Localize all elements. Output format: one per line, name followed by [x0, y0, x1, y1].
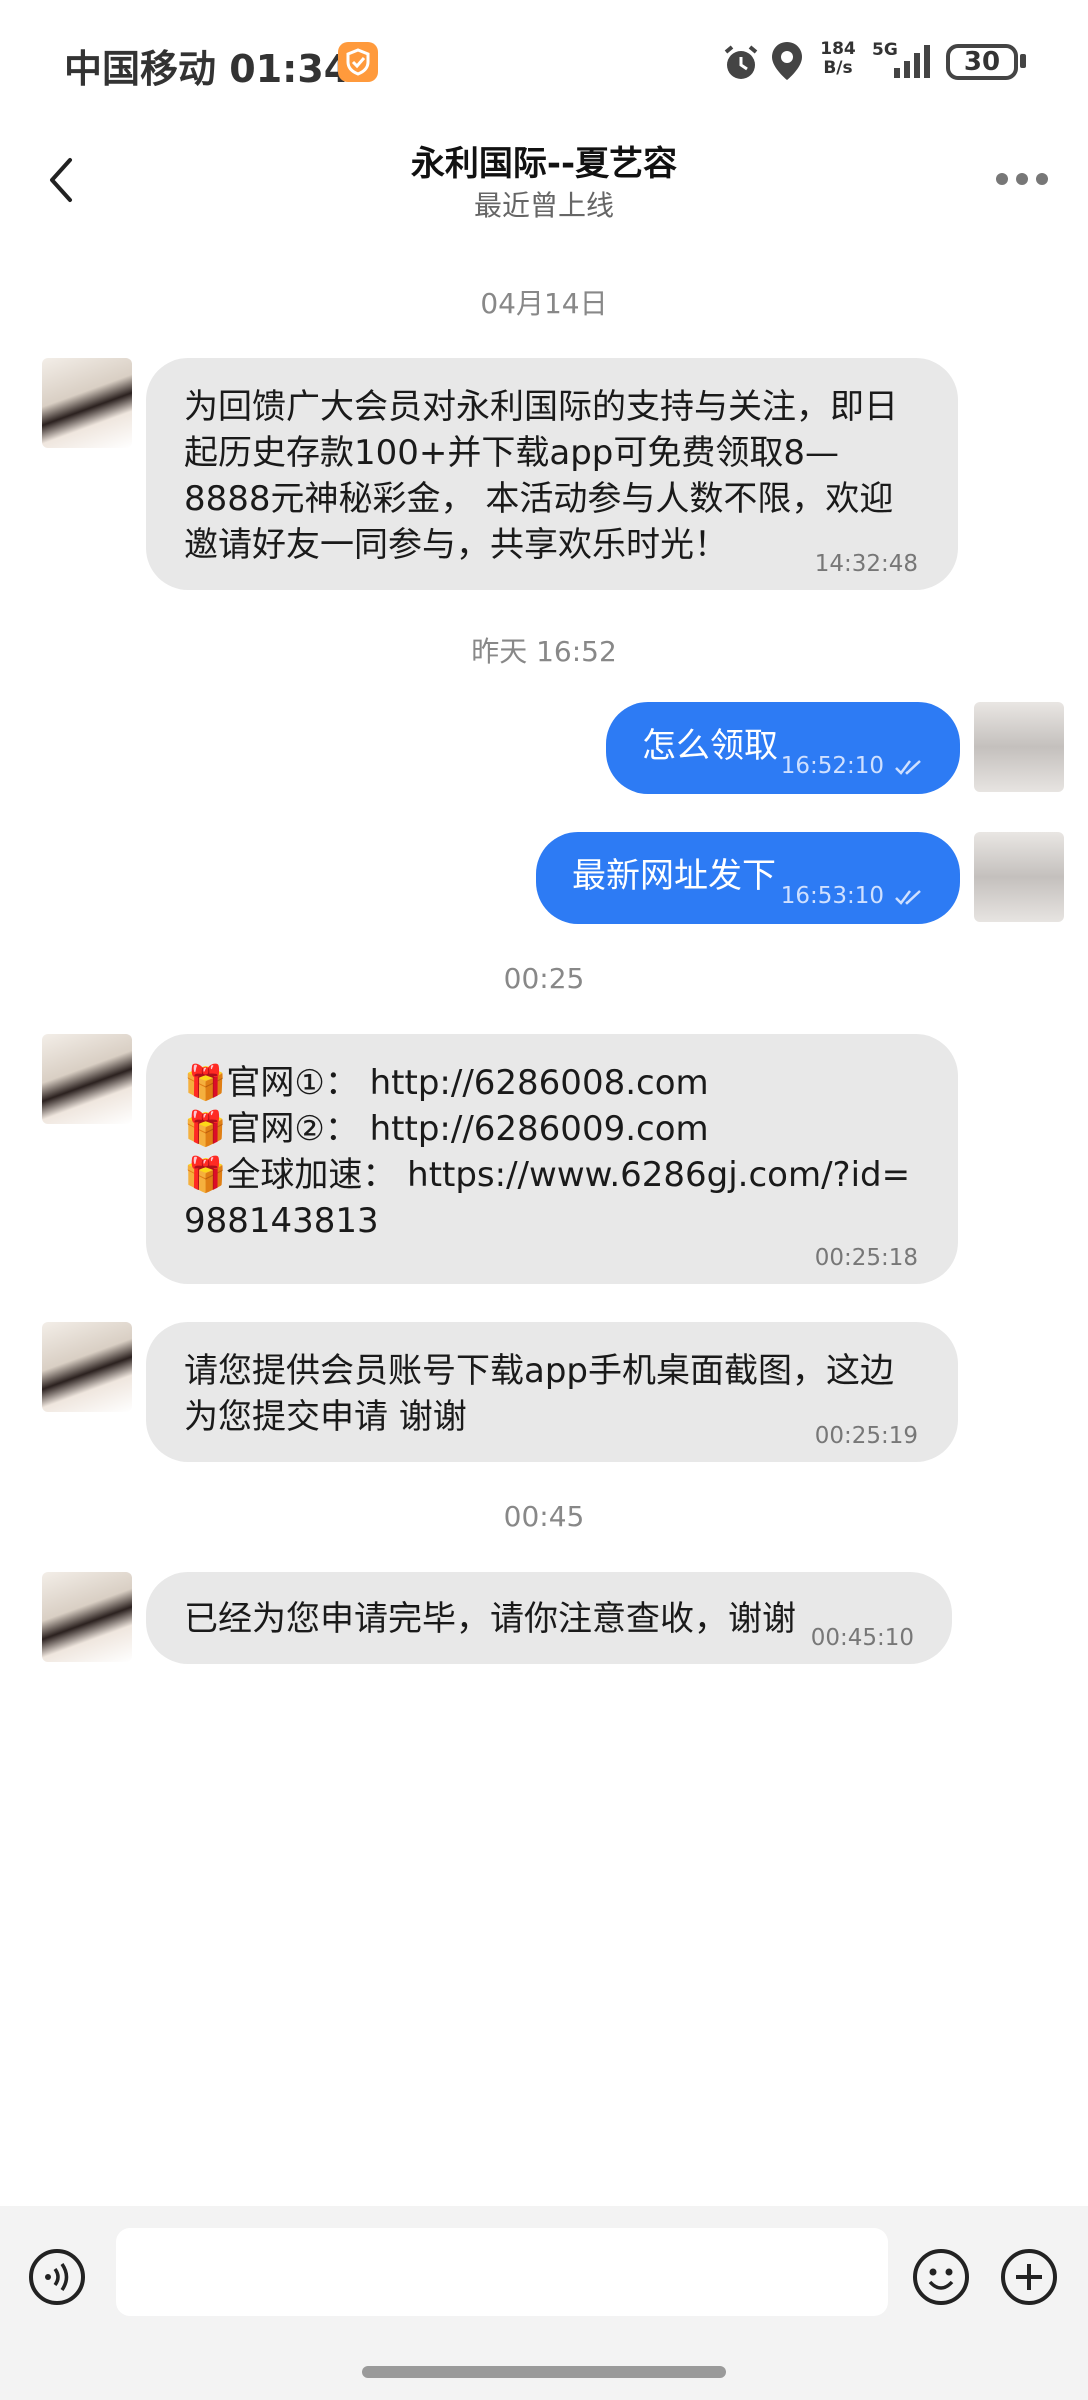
- contact-avatar[interactable]: [42, 1572, 132, 1662]
- composer-bar: [0, 2206, 1088, 2400]
- online-status: 最近曾上线: [473, 189, 614, 222]
- net-speed-unit: B/s: [823, 58, 853, 78]
- more-options-button[interactable]: [996, 170, 1056, 190]
- dot-icon: [1036, 173, 1048, 185]
- carrier-time: 中国移动 01:34: [64, 38, 350, 93]
- message-text: 请您提供会员账号下载app手机桌面截图，这边为您提交申请 谢谢: [184, 1351, 894, 1437]
- time-separator: 00:25: [503, 962, 585, 995]
- app-notification-icon: [338, 42, 378, 82]
- contact-avatar[interactable]: [42, 358, 132, 448]
- message-text: 为回馈广大会员对永利国际的支持与关注，即日起历史存款100+并下载app可免费领…: [184, 387, 898, 565]
- clock: 01:34: [229, 47, 351, 91]
- incoming-message[interactable]: 请您提供会员账号下载app手机桌面截图，这边为您提交申请 谢谢 00:25:19: [146, 1322, 958, 1462]
- dot-icon: [1016, 173, 1028, 185]
- read-receipt-icon: [895, 760, 921, 775]
- message-time: 16:53:10: [780, 883, 884, 909]
- user-avatar[interactable]: [974, 702, 1064, 792]
- home-indicator[interactable]: [362, 2366, 726, 2378]
- link-line-1[interactable]: 🎁官网①： http://6286008.com: [184, 1060, 920, 1106]
- message-list[interactable]: 04月14日 为回馈广大会员对永利国际的支持与关注，即日起历史存款100+并下载…: [0, 250, 1088, 2200]
- alarm-icon: [724, 45, 758, 79]
- battery-icon: 30: [946, 44, 1018, 80]
- chat-title: 永利国际--夏艺容: [410, 144, 678, 184]
- read-receipt-icon: [895, 890, 921, 905]
- emoji-icon[interactable]: [912, 2248, 970, 2306]
- date-separator: 04月14日: [480, 287, 608, 320]
- contact-avatar[interactable]: [42, 1034, 132, 1124]
- location-icon: [772, 42, 802, 80]
- message-time: 00:25:19: [814, 1423, 918, 1449]
- user-avatar[interactable]: [974, 832, 1064, 922]
- message-text: 怎么领取: [642, 726, 778, 766]
- net-speed-value: 184: [820, 39, 856, 59]
- message-text: 已经为您申请完毕，请你注意查收，谢谢: [184, 1599, 796, 1639]
- date-separator: 昨天 16:52: [471, 635, 617, 668]
- back-button[interactable]: [40, 150, 80, 210]
- plus-icon[interactable]: [1000, 2248, 1058, 2306]
- battery-tip: [1020, 54, 1026, 68]
- voice-input-icon[interactable]: [28, 2248, 86, 2306]
- message-time: 14:32:48: [814, 551, 918, 577]
- message-input[interactable]: [116, 2228, 888, 2316]
- carrier-name: 中国移动: [64, 47, 217, 91]
- link-line-2[interactable]: 🎁官网②： http://6286009.com: [184, 1106, 920, 1152]
- contact-avatar[interactable]: [42, 1322, 132, 1412]
- chat-header: 永利国际--夏艺容 最近曾上线: [0, 120, 1088, 250]
- outgoing-message[interactable]: 最新网址发下 16:53:10: [536, 832, 960, 924]
- incoming-message[interactable]: 🎁官网①： http://6286008.com 🎁官网②： http://62…: [146, 1034, 958, 1284]
- signal-icon: [894, 45, 930, 78]
- outgoing-message[interactable]: 怎么领取 16:52:10: [606, 702, 960, 794]
- incoming-message[interactable]: 为回馈广大会员对永利国际的支持与关注，即日起历史存款100+并下载app可免费领…: [146, 358, 958, 590]
- message-text: 最新网址发下: [572, 856, 776, 896]
- time-separator: 00:45: [503, 1500, 585, 1533]
- incoming-message[interactable]: 已经为您申请完毕，请你注意查收，谢谢 00:45:10: [146, 1572, 952, 1664]
- dot-icon: [996, 173, 1008, 185]
- message-time: 00:45:10: [810, 1625, 914, 1651]
- message-time: 00:25:18: [814, 1245, 918, 1271]
- message-time: 16:52:10: [780, 753, 884, 779]
- network-speed: 184 B/s: [818, 40, 858, 78]
- status-bar: 中国移动 01:34 184 B/s 5G 30: [0, 0, 1088, 120]
- link-line-3[interactable]: 🎁全球加速： https://www.6286gj.com/?id=988143…: [184, 1152, 920, 1244]
